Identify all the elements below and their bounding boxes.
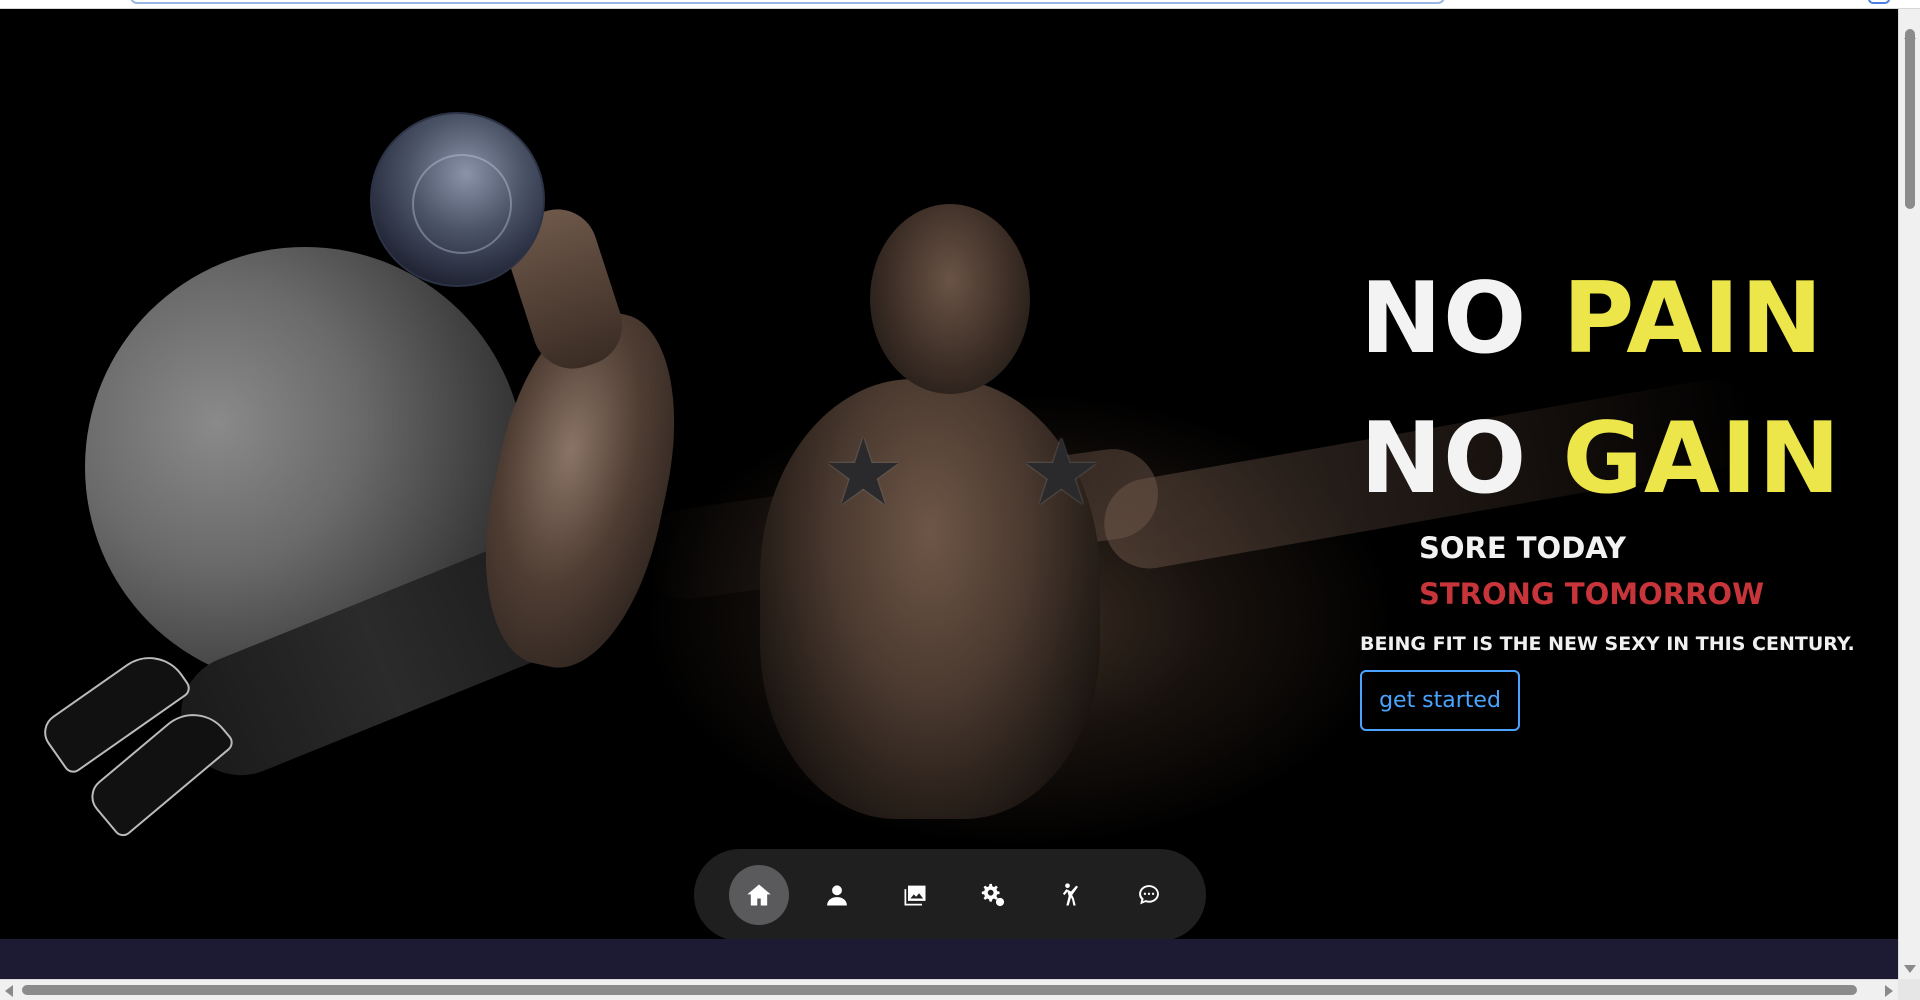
next-section-band <box>0 939 1898 979</box>
chat-bubble-icon <box>1139 885 1159 905</box>
scroll-left-arrow-icon[interactable] <box>5 985 13 997</box>
headline-gain: GAIN <box>1562 402 1842 516</box>
bottom-navigation <box>694 849 1206 939</box>
headline-no-1: NO <box>1360 262 1528 376</box>
tagline-text: BEING FIT IS THE NEW SEXY IN THIS CENTUR… <box>1360 633 1855 655</box>
scroll-right-arrow-icon[interactable] <box>1885 985 1893 997</box>
nav-training-button[interactable] <box>1041 865 1101 925</box>
horizontal-scrollbar[interactable] <box>0 979 1898 1000</box>
image-gallery-icon <box>904 885 926 906</box>
scrollbar-corner <box>1898 979 1920 1000</box>
horizontal-scroll-thumb[interactable] <box>22 985 1857 995</box>
nav-profile-button[interactable] <box>807 865 867 925</box>
nav-gallery-button[interactable] <box>885 865 945 925</box>
nav-contact-button[interactable] <box>1119 865 1179 925</box>
strong-tomorrow-text: STRONG TOMORROW <box>1419 577 1765 611</box>
vertical-scroll-thumb[interactable] <box>1905 29 1915 209</box>
athlete-head <box>870 204 1030 394</box>
headline-no-2: NO <box>1360 402 1528 516</box>
star-tattoo-icon: ★ <box>822 419 905 526</box>
get-started-button[interactable]: get started <box>1360 670 1520 731</box>
sore-today-text: SORE TODAY <box>1419 531 1626 565</box>
star-tattoo-icon: ★ <box>1020 419 1103 526</box>
browser-corner-icon[interactable] <box>1868 0 1890 4</box>
ball-seam <box>412 154 512 254</box>
hero-headline: NO PAIN NO GAIN <box>1360 249 1841 529</box>
user-icon <box>827 885 847 906</box>
medicine-ball <box>370 112 545 287</box>
vertical-scrollbar[interactable] <box>1898 9 1920 979</box>
hero-section: ★ ★ NO PAIN NO GAIN SORE TODAY STRONG TO… <box>0 9 1898 939</box>
browser-top-strip <box>0 0 1920 9</box>
address-bar[interactable] <box>130 0 1445 4</box>
scroll-down-arrow-icon[interactable] <box>1904 965 1916 973</box>
home-icon <box>747 884 771 906</box>
martial-arts-kick-icon <box>1062 883 1078 906</box>
nav-services-button[interactable] <box>963 865 1023 925</box>
gears-icon <box>981 883 1005 907</box>
headline-pain: PAIN <box>1562 262 1824 376</box>
nav-home-button[interactable] <box>729 865 789 925</box>
